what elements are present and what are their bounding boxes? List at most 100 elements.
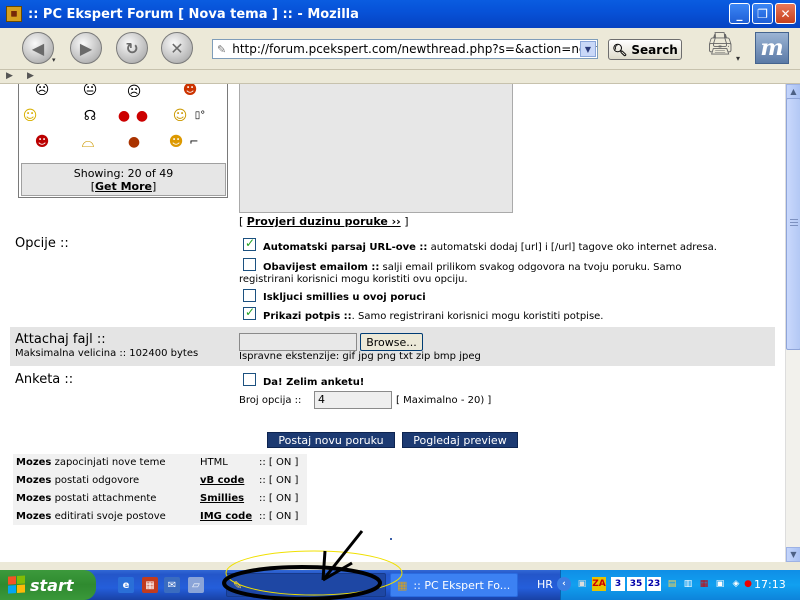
permissions-table: Mozes zapocinjati nove teme HTML :: [ ON…	[12, 453, 308, 526]
message-textarea[interactable]	[239, 84, 513, 213]
permission-mozes: Mozes	[16, 511, 52, 522]
checkbox-email-notify[interactable]	[243, 258, 256, 271]
tray-expand-icon[interactable]: ‹	[557, 577, 571, 591]
attach-max-size: Maksimalna velicina :: 102400 bytes	[15, 348, 199, 359]
ie-quicklaunch-icon[interactable]: e	[118, 577, 134, 593]
window-titlebar: ▦ :: PC Ekspert Forum [ Nova tema ] :: -…	[0, 0, 800, 28]
browse-button[interactable]: Browse...	[360, 333, 423, 351]
tray-number-2[interactable]: 35	[627, 577, 645, 591]
img-code-link[interactable]: IMG code	[200, 511, 252, 522]
smilie-box: ☹ 😐︎ ☹ ☻ ☺ ☊ ● ● ☺ ▯° ☻ ⌓ ● ☻ ⌐ Showing:…	[18, 84, 228, 198]
desktop-quicklaunch-icon[interactable]: ▱	[188, 577, 204, 593]
reload-button[interactable]: ↻	[116, 32, 148, 64]
taskbar-item-mozilla[interactable]: ▦ :: PC Ekspert Fo...	[390, 573, 518, 597]
start-label: start	[30, 575, 74, 595]
tray-app-icon[interactable]: ▦	[697, 577, 711, 591]
poll-count-input[interactable]: 4	[314, 391, 392, 409]
sidebar-tabstrip: ▶ ▶	[0, 70, 800, 84]
page-icon: ✎	[217, 42, 227, 56]
tab-right-arrow-icon[interactable]: ▶	[27, 71, 34, 81]
search-button[interactable]: 🔍︎ Search	[608, 39, 682, 60]
magnifier-icon: 🔍︎	[612, 42, 628, 57]
smilie-sombrero-icon[interactable]: ⌓	[79, 134, 97, 150]
permission-row: Mozes postati attachmente Smillies :: [ …	[16, 490, 306, 508]
option-email-notify-bold: Obavijest emailom ::	[263, 262, 380, 273]
tray-number-1[interactable]: 3	[611, 577, 625, 591]
smilie-sad-icon[interactable]: ☹	[125, 84, 143, 100]
smillies-link[interactable]: Smillies	[200, 493, 244, 504]
smilie-pistol-icon[interactable]: ⌐	[185, 134, 203, 150]
poll-count-label: Broj opcija ::	[239, 395, 302, 406]
app-quicklaunch-icon[interactable]: ▦	[142, 577, 158, 593]
tray-folder-icon[interactable]: ▤	[665, 577, 679, 591]
scrollbar-thumb[interactable]	[786, 98, 800, 350]
smilie-angry-icon[interactable]: ☻	[181, 84, 199, 98]
scroll-down-icon[interactable]: ▼	[786, 547, 800, 562]
option-show-signature: Prikazi potpis ::. Samo registrirani kor…	[263, 311, 603, 323]
file-input[interactable]	[239, 333, 357, 351]
smilie-wink-icon[interactable]: ☺	[21, 108, 39, 124]
option-parse-urls: Automatski parsaj URL-ove :: automatski …	[263, 242, 717, 254]
checkbox-poll[interactable]	[243, 373, 256, 386]
permission-text: postati odgovore	[54, 475, 140, 486]
post-new-thread-button[interactable]: Postaj novu poruku	[267, 432, 395, 448]
stop-button[interactable]: ✕	[161, 32, 193, 64]
url-field[interactable]: ✎ http://forum.pcekspert.com/newthread.p…	[212, 39, 598, 59]
option-email-notify-line2: registrirani korisnici mogu koristiti ov…	[239, 274, 468, 285]
taskbar-item-label: :: PC Ekspert Fo...	[413, 578, 511, 592]
check-length-close: ]	[404, 215, 409, 228]
tray-monitor-icon[interactable]: ▣	[713, 577, 727, 591]
poll-section: Anketa ::	[10, 367, 775, 413]
check-length-open: [	[239, 215, 244, 228]
tab-left-arrow-icon[interactable]: ▶	[6, 71, 13, 81]
tray-antivirus-icon[interactable]: ●	[741, 577, 755, 591]
option-parse-urls-bold: Automatski parsaj URL-ove ::	[263, 242, 428, 253]
permission-status: :: [ ON ]	[259, 511, 299, 522]
preview-button[interactable]: Pogledaj preview	[402, 432, 518, 448]
smilie-count-panel: Showing: 20 of 49 [Get More]	[21, 163, 226, 196]
vertical-scrollbar[interactable]: ▲ ▼	[785, 84, 800, 562]
clock: 17:13	[754, 578, 786, 591]
reload-icon: ↻	[125, 38, 139, 58]
zonealarm-icon[interactable]: ZA	[592, 577, 606, 591]
vb-code-link[interactable]: vB code	[200, 475, 244, 486]
smilie-brown-icon[interactable]: ●	[125, 134, 143, 150]
smilie-headphones-icon[interactable]: ☊	[81, 108, 99, 124]
smilie-beer-icon[interactable]: ▯°	[191, 108, 209, 124]
smilie-red2-icon[interactable]: ●	[133, 108, 151, 124]
check-length-link[interactable]: Provjeri duzinu poruke ››	[247, 215, 401, 228]
scroll-up-icon[interactable]: ▲	[786, 84, 800, 99]
back-button[interactable]: ◀	[22, 32, 54, 64]
taskbar-item-editor[interactable]: ✎	[226, 573, 386, 597]
close-button[interactable]: ✕	[775, 3, 796, 24]
tray-network-icon[interactable]: ▣	[575, 577, 589, 591]
smilie-drink-icon[interactable]: ☺	[171, 108, 189, 124]
maximize-button[interactable]: ❐	[752, 3, 773, 24]
smilie-frown-icon[interactable]: ☹	[33, 84, 51, 98]
permission-text: postati attachmente	[54, 493, 157, 504]
mozilla-app-icon[interactable]: ▦	[6, 6, 22, 22]
forward-icon: ▶	[79, 38, 93, 58]
checkbox-disable-smilies[interactable]	[243, 289, 256, 302]
checkbox-parse-urls[interactable]	[243, 236, 256, 251]
outlook-quicklaunch-icon[interactable]: ✉	[164, 577, 180, 593]
tray-display-icon[interactable]: ▥	[681, 577, 695, 591]
print-dropdown-icon[interactable]: ▾	[736, 54, 740, 63]
smilie-count-text: Showing: 20 of 49	[73, 167, 174, 180]
search-button-label: Search	[631, 42, 678, 57]
tray-number-3[interactable]: 23	[647, 577, 661, 591]
language-indicator[interactable]: HR	[537, 578, 553, 591]
smilie-red-icon[interactable]: ●	[115, 108, 133, 124]
back-dropdown-icon[interactable]: ▾	[52, 56, 60, 64]
smilie-devil-icon[interactable]: ☻	[33, 134, 51, 150]
get-more-link[interactable]: Get More	[95, 180, 152, 193]
thumb-grip	[790, 222, 798, 223]
start-button[interactable]: start	[0, 570, 96, 600]
url-dropdown-icon[interactable]: ▼	[580, 41, 596, 57]
checkbox-show-signature[interactable]	[243, 305, 256, 320]
smilie-gun-icon[interactable]: ☻	[167, 134, 185, 150]
forward-button[interactable]: ▶	[70, 32, 102, 64]
smilie-confused-icon[interactable]: 😐︎	[81, 84, 99, 98]
poll-max-label: [ Maximalno - 20) ]	[396, 395, 492, 406]
minimize-button[interactable]: _	[729, 3, 750, 24]
